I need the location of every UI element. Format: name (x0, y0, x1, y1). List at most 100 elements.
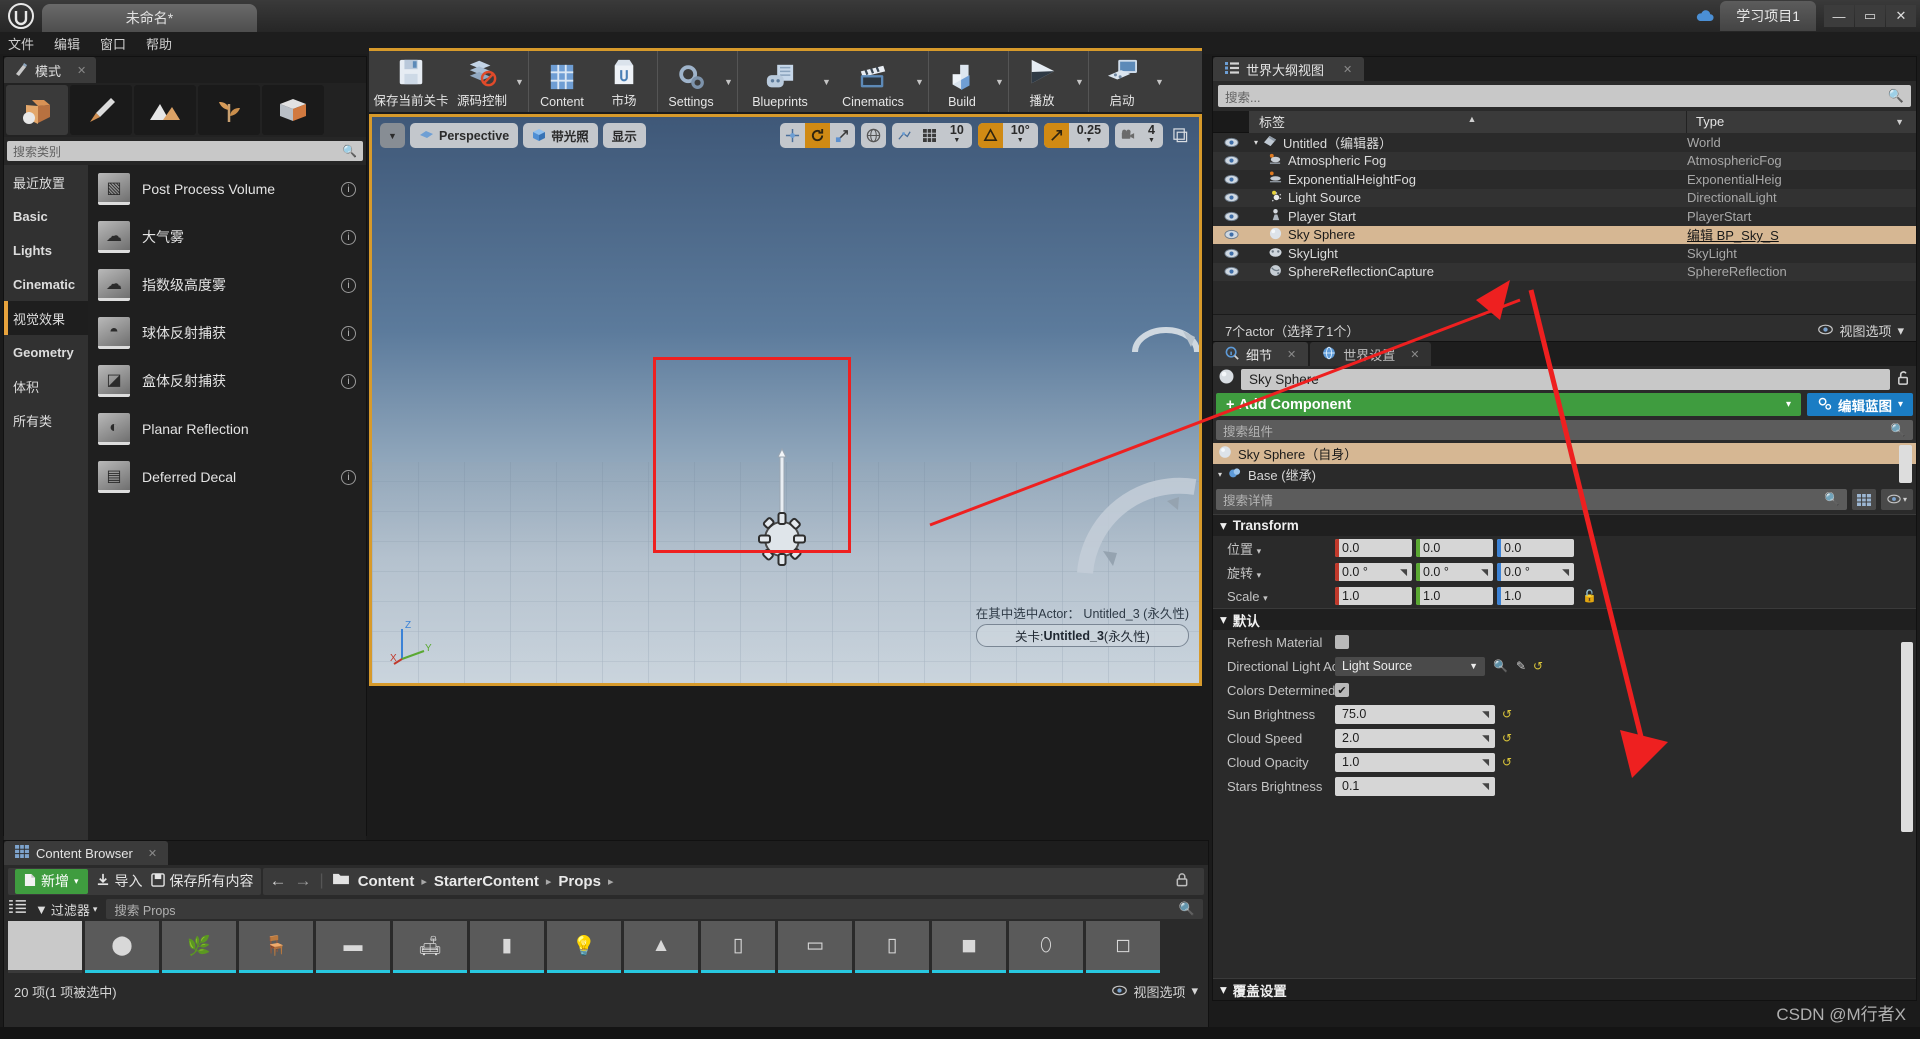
eye-icon[interactable] (1213, 155, 1249, 166)
chevron-down-icon[interactable]: ▼ (1153, 51, 1166, 112)
drag-handle-icon[interactable]: ◥ (1562, 567, 1569, 578)
asset-tile[interactable]: ▯ (701, 921, 775, 973)
eye-icon[interactable] (1213, 137, 1249, 148)
modes-category-1[interactable]: Basic (4, 199, 88, 233)
level-viewport[interactable]: ▼ Perspective 带光照 显示 10 ▼ 10° ▼ 0.25 ▼ 4… (369, 114, 1202, 686)
menu-item-window[interactable]: 窗口 (100, 34, 126, 53)
asset-tile[interactable]: ⬯ (1009, 921, 1083, 973)
transform-field-x[interactable]: 0.0 ° ◥ (1335, 563, 1412, 581)
asset-tile[interactable]: 🪑 (239, 921, 313, 973)
menu-item-file[interactable]: 文件 (8, 34, 34, 53)
placeable-item[interactable]: ▤ Deferred Decal i (88, 453, 366, 501)
number-input[interactable]: 1.0 ◥ (1335, 752, 1495, 772)
toolbar-button-marketplace[interactable]: 市场 (593, 51, 655, 112)
eye-icon[interactable] (1213, 174, 1249, 185)
modes-category-6[interactable]: 体积 (4, 369, 88, 403)
camera-speed-value[interactable]: 4 ▼ (1140, 123, 1163, 148)
modes-search-input[interactable]: 搜索类别 🔍 (7, 141, 363, 161)
mode-place-icon[interactable] (6, 85, 68, 135)
reset-icon[interactable]: ↺ (1533, 659, 1543, 673)
chevron-down-icon[interactable]: ▼ (513, 51, 526, 112)
chevron-down-icon[interactable]: ▾ (1257, 570, 1262, 580)
ratio-lock-icon[interactable]: 🔓 (1582, 589, 1597, 603)
maximize-button[interactable]: ▭ (1855, 5, 1885, 27)
placeable-item[interactable]: ◓ 球体反射捕获 i (88, 309, 366, 357)
asset-tile[interactable]: ▮ (470, 921, 544, 973)
placeable-item[interactable]: ☁ 指数级高度雾 i (88, 261, 366, 309)
chevron-down-icon[interactable]: ▾ (1263, 593, 1268, 603)
drag-handle-icon[interactable]: ◥ (1400, 567, 1407, 578)
reset-icon[interactable]: ↺ (1502, 731, 1512, 745)
back-icon[interactable]: ← (270, 871, 287, 891)
search-icon[interactable]: 🔍 (1493, 659, 1508, 673)
grid-view-icon[interactable] (1852, 489, 1876, 510)
reset-icon[interactable]: ↺ (1502, 755, 1512, 769)
content-browser-view-options-button[interactable]: 视图选项 ▾ (1112, 982, 1198, 1001)
scale-snap-value[interactable]: 0.25 ▼ (1069, 123, 1109, 148)
world-coordinate-icon[interactable] (861, 123, 886, 148)
outliner-row[interactable]: SphereReflectionCapture SphereReflection (1213, 262, 1916, 281)
maximize-viewport-icon[interactable] (1169, 125, 1191, 147)
toolbar-button-save[interactable]: 保存当前关卡 (371, 51, 451, 112)
expander-icon[interactable]: ▾ (1254, 138, 1258, 147)
add-component-button[interactable]: + Add Component ▾ (1216, 393, 1801, 416)
placeable-info-icon[interactable]: i (341, 181, 356, 197)
add-new-button[interactable]: 新增 ▾ (15, 868, 88, 894)
toolbar-button-launch[interactable]: 启动 (1091, 51, 1153, 112)
modes-category-5[interactable]: Geometry (4, 335, 88, 369)
document-tab[interactable]: 未命名* (42, 4, 257, 32)
modes-category-4[interactable]: 视觉效果 (4, 301, 88, 335)
import-button[interactable]: 导入 (96, 871, 143, 891)
default-section-header[interactable]: ▾ 默认 (1213, 608, 1916, 630)
chevron-down-icon[interactable]: ▼ (722, 51, 735, 112)
cloud-icon[interactable] (1692, 4, 1718, 28)
outliner-view-options-button[interactable]: 视图选项 ▾ (1818, 321, 1904, 340)
scale-snap-icon[interactable] (1043, 123, 1069, 148)
minimize-button[interactable]: — (1824, 5, 1854, 27)
eye-icon[interactable] (1213, 192, 1249, 203)
menu-item-edit[interactable]: 编辑 (54, 34, 80, 53)
filter-button[interactable]: ▼ 过滤器 ▾ (35, 900, 97, 919)
modes-category-3[interactable]: Cinematic (4, 267, 88, 301)
override-settings-section-header[interactable]: ▾ 覆盖设置 (1213, 978, 1916, 1000)
grid-snap-icon[interactable] (917, 123, 942, 148)
actor-name-input[interactable]: Sky Sphere (1241, 368, 1890, 390)
placeable-info-icon[interactable]: i (341, 325, 356, 341)
tab-details[interactable]: 细节 ✕ (1213, 342, 1309, 366)
surface-snap-icon[interactable] (892, 123, 917, 148)
placeable-item[interactable]: ◪ 盒体反射捕获 i (88, 357, 366, 405)
asset-tile[interactable]: 🛋 (393, 921, 467, 973)
mode-landscape-icon[interactable] (134, 85, 196, 135)
directional-light-actor-combo[interactable]: Light Source ▼ (1335, 656, 1485, 676)
number-input[interactable]: 75.0 ◥ (1335, 704, 1495, 724)
toolbar-button-content[interactable]: Content (531, 51, 593, 112)
chevron-down-icon[interactable]: ▼ (1073, 51, 1086, 112)
outliner-type-column[interactable]: Type ▼ (1686, 110, 1916, 133)
asset-tile[interactable]: 💡 (547, 921, 621, 973)
eye-icon[interactable] (1213, 266, 1249, 277)
toolbar-button-gear[interactable]: Settings (660, 51, 722, 112)
transform-field-z[interactable]: 0.0 ° ◥ (1497, 563, 1574, 581)
component-row[interactable]: ▾ Base (继承) (1213, 464, 1916, 485)
eye-icon[interactable] (1213, 248, 1249, 259)
number-input[interactable]: 0.1 ◥ (1335, 776, 1495, 796)
drag-handle-icon[interactable]: ◥ (1481, 567, 1488, 578)
camera-speed-icon[interactable] (1115, 123, 1140, 148)
component-row[interactable]: Sky Sphere（自身） (1213, 443, 1916, 464)
viewport-show-button[interactable]: 显示 (602, 123, 646, 148)
tab-modes[interactable]: 模式 ✕ (4, 57, 97, 83)
placeable-info-icon[interactable]: i (341, 469, 356, 485)
grid-snap-value[interactable]: 10 ▼ (942, 123, 972, 148)
placeable-info-icon[interactable]: i (341, 229, 356, 245)
toolbar-button-source-control[interactable]: 源码控制 (451, 51, 513, 112)
unlock-icon[interactable] (1896, 370, 1911, 389)
chevron-down-icon[interactable]: ▼ (913, 51, 926, 112)
transform-field-x[interactable]: 0.0 (1335, 539, 1412, 557)
outliner-label-column[interactable]: 标签 ▲ (1249, 110, 1686, 133)
transform-field-y[interactable]: 0.0 ° ◥ (1416, 563, 1493, 581)
asset-tile[interactable]: ◻ (1086, 921, 1160, 973)
mode-geometry-icon[interactable] (262, 85, 324, 135)
eye-icon[interactable] (1213, 211, 1249, 222)
scale-icon[interactable] (830, 123, 855, 148)
breadcrumb-item[interactable]: StarterContent (434, 873, 539, 890)
